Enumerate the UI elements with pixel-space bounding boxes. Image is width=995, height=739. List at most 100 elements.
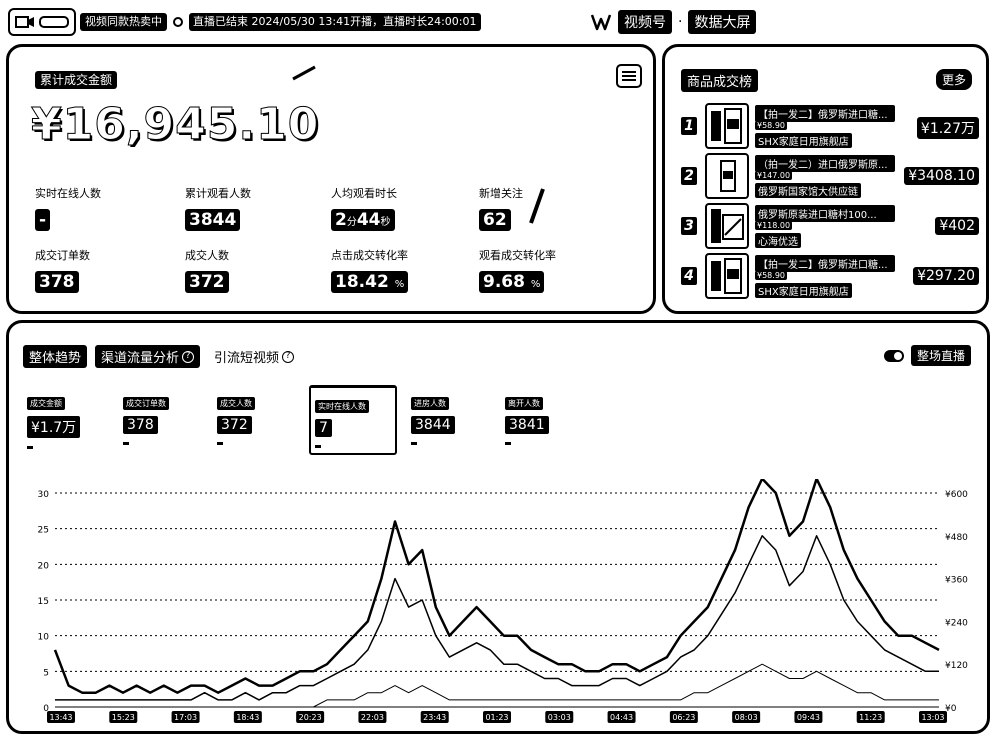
product-thumbnail bbox=[705, 103, 749, 149]
x-tick-label: 20:23 bbox=[299, 713, 322, 722]
pencil-icon bbox=[292, 65, 316, 81]
x-tick-label: 13:03 bbox=[921, 713, 944, 722]
shop-name: SHX家庭日用旗舰店 bbox=[755, 283, 852, 298]
metric-view-conversion: 观看成交转化率 9.68 % bbox=[479, 247, 619, 293]
metric-viewers: 累计观看人数 3844 bbox=[185, 185, 325, 231]
tab-short-video[interactable]: 引流短视频? bbox=[208, 345, 301, 368]
trend-chart-svg: 051015202530¥0¥120¥240¥360¥480¥60013:43 1… bbox=[38, 477, 968, 723]
x-tick-label: 04:43 bbox=[610, 713, 633, 722]
rank-item[interactable]: 1 【拍一发二】俄罗斯进口糖... ¥58.90 SHX家庭日用旗舰店 ¥1.2… bbox=[679, 103, 979, 149]
ranking-title: 商品成交榜 bbox=[681, 69, 759, 92]
x-tick-label: 03:03 bbox=[548, 713, 571, 722]
channels-logo-icon bbox=[590, 14, 612, 31]
sales-amount: ¥3408.10 bbox=[904, 167, 979, 185]
logo-shape-icon bbox=[39, 16, 69, 28]
kpi-buyers[interactable]: 成交人数 372 bbox=[213, 385, 301, 455]
top-bar: 视频同款热卖中 直播已结束 2024/05/30 13:41开播，直播时长24:… bbox=[0, 0, 995, 44]
channel-status: 视频同款热卖中 bbox=[80, 13, 167, 31]
help-icon: ? bbox=[182, 350, 195, 363]
trend-chart: 0 5 10 15 20 25 30 ¥0 ¥120 ¥240 ¥360 ¥480 ¥600 13:43 1… bbox=[19, 477, 979, 729]
product-name: （拍一发二）进口俄罗斯原... bbox=[755, 155, 895, 172]
summary-panel: 累计成交金额 ¥16,945.10 实时在线人数 - 累计观看人数 3844 人… bbox=[6, 44, 656, 314]
rank-item[interactable]: 3 俄罗斯原装进口糖村100... ¥118.00 心海优选 ¥402 bbox=[679, 203, 979, 249]
rank-number: 3 bbox=[681, 217, 697, 235]
y-right-tick-label: ¥480 bbox=[945, 533, 968, 543]
metric-label: 成交订单数 bbox=[35, 249, 90, 262]
live-status-bar: 视频同款热卖中 直播已结束 2024/05/30 13:41开播，直播时长24:… bbox=[80, 12, 481, 32]
y-left-tick-label: 10 bbox=[38, 633, 50, 643]
product-thumbnail bbox=[705, 253, 749, 299]
kpi-amount[interactable]: 成交金额 ¥1.7万 bbox=[23, 385, 111, 455]
metric-value: 3844 bbox=[185, 209, 241, 231]
more-button[interactable]: 更多 bbox=[935, 69, 972, 90]
tab-channel-traffic[interactable]: 渠道流量分析? bbox=[95, 345, 201, 368]
metric-value: 9.68 % bbox=[479, 271, 545, 293]
rank-number: 1 bbox=[681, 117, 697, 135]
metric-orders: 成交订单数 378 bbox=[35, 247, 175, 293]
rank-number: 4 bbox=[681, 267, 697, 285]
live-status-text: 直播已结束 2024/05/30 13:41开播，直播时长24:00:01 bbox=[189, 13, 481, 31]
expand-icon[interactable] bbox=[615, 63, 643, 89]
product-ranking-panel: 商品成交榜 更多 1 【拍一发二】俄罗斯进口糖... ¥58.90 SHX家庭日… bbox=[662, 44, 989, 314]
product-price: ¥58.90 bbox=[755, 121, 787, 130]
y-left-tick-label: 5 bbox=[43, 668, 49, 678]
metric-label: 新增关注 bbox=[479, 187, 523, 200]
tab-overall-trend[interactable]: 整体趋势 bbox=[23, 345, 88, 368]
product-price: ¥118.00 bbox=[755, 221, 793, 230]
kpi-orders[interactable]: 成交订单数 378 bbox=[119, 385, 207, 455]
metric-value: - bbox=[35, 209, 51, 231]
live-dot-icon bbox=[173, 17, 183, 27]
metric-value: 18.42 % bbox=[331, 271, 409, 293]
camera-icon bbox=[15, 16, 34, 28]
metric-value: 62 bbox=[479, 209, 511, 231]
total-amount-value: ¥16,945.10 bbox=[30, 99, 320, 151]
product-price: ¥147.00 bbox=[755, 171, 793, 180]
sales-amount: ¥1.27万 bbox=[916, 117, 979, 139]
metric-label: 成交人数 bbox=[185, 249, 229, 262]
product-thumbnail bbox=[705, 153, 749, 199]
logo bbox=[8, 8, 76, 36]
series-line-1 bbox=[53, 477, 940, 694]
y-right-tick-label: ¥600 bbox=[945, 490, 968, 500]
metric-buyers: 成交人数 372 bbox=[185, 247, 325, 293]
x-tick-label: 13:43 bbox=[49, 713, 72, 722]
trend-tabs: 整体趋势 渠道流量分析? 引流短视频? bbox=[23, 345, 301, 368]
product-name: 【拍一发二】俄罗斯进口糖... bbox=[755, 105, 895, 122]
x-tick-label: 11:23 bbox=[859, 713, 882, 722]
switch-icon[interactable] bbox=[883, 349, 905, 363]
metric-value: 372 bbox=[185, 271, 229, 293]
total-amount-label: 累计成交金额 bbox=[35, 71, 118, 89]
y-left-tick-label: 15 bbox=[38, 597, 49, 607]
kpi-entries[interactable]: 进房人数 3844 bbox=[407, 385, 495, 455]
help-icon: ? bbox=[282, 350, 295, 363]
shop-name: 心海优选 bbox=[755, 233, 801, 248]
shop-name: 俄罗斯国家馆大供应链 bbox=[755, 183, 861, 198]
metric-label: 人均观看时长 bbox=[331, 187, 397, 200]
metric-click-conversion: 点击成交转化率 18.42 % bbox=[331, 247, 471, 293]
whole-live-button[interactable]: 整场直播 bbox=[910, 345, 971, 366]
metric-label: 累计观看人数 bbox=[185, 187, 251, 200]
x-tick-label: 17:03 bbox=[174, 713, 197, 722]
metric-value: 2分44秒 bbox=[331, 209, 395, 231]
x-tick-label: 06:23 bbox=[672, 713, 695, 722]
kpi-leaves[interactable]: 离开人数 3841 bbox=[501, 385, 589, 455]
sales-amount: ¥297.20 bbox=[913, 267, 979, 285]
y-right-tick-label: ¥240 bbox=[945, 618, 968, 628]
kpi-online[interactable]: 实时在线人数 7 bbox=[309, 385, 397, 455]
x-tick-label: 08:03 bbox=[735, 713, 758, 722]
sales-amount: ¥402 bbox=[935, 217, 979, 235]
series-line-2 bbox=[55, 535, 939, 701]
metric-avg-watch: 人均观看时长 2分44秒 bbox=[331, 185, 471, 231]
x-tick-label: 22:03 bbox=[361, 713, 384, 722]
title-separator: · bbox=[678, 14, 683, 30]
shop-name: SHX家庭日用旗舰店 bbox=[755, 133, 852, 148]
y-right-tick-label: ¥360 bbox=[945, 576, 968, 586]
range-switch: 整场直播 bbox=[883, 345, 971, 366]
product-name: 俄罗斯原装进口糖村100... bbox=[755, 205, 895, 222]
app-title: 视频号 · 数据大屏 bbox=[590, 10, 757, 34]
trend-panel: 整体趋势 渠道流量分析? 引流短视频? 整场直播 成交金额 ¥1.7万 成交订单… bbox=[6, 320, 990, 734]
metric-value: 378 bbox=[35, 271, 79, 293]
rank-item[interactable]: 4 【拍一发二】俄罗斯进口糖... ¥58.90 SHX家庭日用旗舰店 ¥297… bbox=[679, 253, 979, 299]
rank-item[interactable]: 2 （拍一发二）进口俄罗斯原... ¥147.00 俄罗斯国家馆大供应链 ¥34… bbox=[679, 153, 979, 199]
metric-label: 实时在线人数 bbox=[35, 187, 101, 200]
